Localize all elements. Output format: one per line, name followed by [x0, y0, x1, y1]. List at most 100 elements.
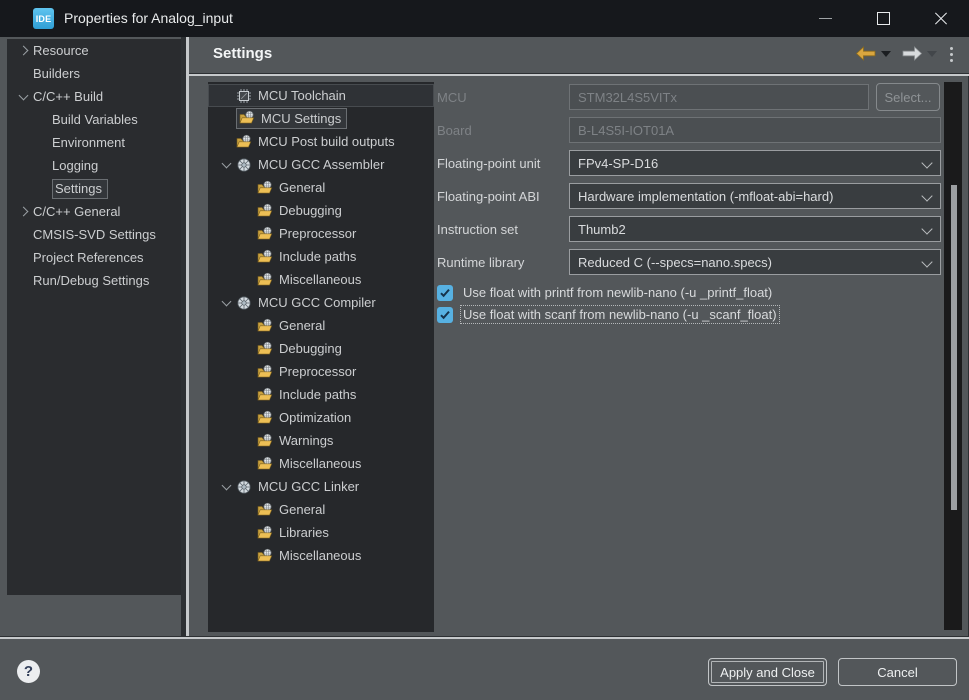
- runtime-library-select[interactable]: Reduced C (--specs=nano.specs): [569, 249, 941, 275]
- settings-tree-item[interactable]: Libraries: [208, 521, 434, 544]
- tree-item-label: Environment: [52, 135, 125, 150]
- maximize-button[interactable]: [860, 0, 906, 37]
- tree-item-label: Logging: [52, 158, 98, 173]
- scrollbar-thumb[interactable]: [951, 185, 957, 510]
- tree-item-label: Project References: [33, 250, 144, 265]
- sidebar-tree-item[interactable]: Builders: [7, 62, 181, 85]
- settings-tree-item[interactable]: Optimization: [208, 406, 434, 429]
- settings-tree-item[interactable]: Warnings: [208, 429, 434, 452]
- sidebar-tree-item[interactable]: Run/Debug Settings: [7, 269, 181, 292]
- folder-gear-icon: [257, 341, 275, 357]
- tree-item-label: Builders: [33, 66, 80, 81]
- cancel-button[interactable]: Cancel: [838, 658, 957, 686]
- settings-tree-item[interactable]: MCU Toolchain: [208, 84, 434, 107]
- iset-value: Thumb2: [578, 222, 626, 237]
- tree-item-label: MCU GCC Linker: [258, 479, 359, 494]
- tree-item-label: General: [279, 318, 325, 333]
- view-menu-button[interactable]: [950, 47, 953, 62]
- floating-point-unit-select[interactable]: FPv4-SP-D16: [569, 150, 941, 176]
- close-button[interactable]: [918, 0, 964, 37]
- vertical-sash[interactable]: [181, 37, 189, 636]
- sidebar-tree-item[interactable]: Project References: [7, 246, 181, 269]
- sidebar-tree-item[interactable]: Environment: [7, 131, 181, 154]
- checkbox-checked-icon[interactable]: [437, 285, 453, 301]
- tree-expand-chevron[interactable]: [216, 301, 236, 305]
- settings-tree-item[interactable]: General: [208, 176, 434, 199]
- settings-tree-item[interactable]: MCU GCC Linker: [208, 475, 434, 498]
- settings-tree-item[interactable]: Include paths: [208, 383, 434, 406]
- footer: ? Apply and Close Cancel: [0, 639, 969, 700]
- tree-item-label: Include paths: [279, 387, 356, 402]
- sidebar-tree-item[interactable]: Resource: [7, 39, 181, 62]
- settings-tree-item[interactable]: MCU GCC Assembler: [208, 153, 434, 176]
- checkbox-checked-icon[interactable]: [437, 307, 453, 323]
- properties-dialog: IDE Properties for Analog_input Resource…: [0, 0, 969, 700]
- folder-gear-icon: [257, 387, 275, 403]
- vertical-scrollbar[interactable]: [944, 82, 962, 630]
- settings-tree-item[interactable]: General: [208, 498, 434, 521]
- back-history-dropdown[interactable]: [881, 51, 891, 57]
- checkbox-row[interactable]: Use float with printf from newlib-nano (…: [437, 284, 774, 301]
- tree-expand-chevron[interactable]: [216, 163, 236, 167]
- floating-point-abi-select[interactable]: Hardware implementation (-mfloat-abi=har…: [569, 183, 941, 209]
- mcu-select-button: Select...: [876, 83, 940, 111]
- chevron-down-icon: [921, 223, 932, 234]
- tree-expand-chevron[interactable]: [13, 208, 33, 215]
- tree-item-label: C/C++ Build: [33, 89, 103, 104]
- sidebar-tree-item[interactable]: Build Variables: [7, 108, 181, 131]
- tree-item-label: Include paths: [279, 249, 356, 264]
- board-field: B-L4S5I-IOT01A: [569, 117, 941, 143]
- sidebar-tree-item[interactable]: Logging: [7, 154, 181, 177]
- tree-item-label: General: [279, 502, 325, 517]
- chevron-expanded-icon: [18, 90, 28, 100]
- tree-item-label: Warnings: [279, 433, 333, 448]
- apply-and-close-button[interactable]: Apply and Close: [708, 658, 827, 686]
- tree-item-label: Miscellaneous: [279, 456, 361, 471]
- settings-tree-item[interactable]: MCU GCC Compiler: [208, 291, 434, 314]
- chevron-collapsed-icon: [18, 207, 28, 217]
- minimize-button[interactable]: [802, 0, 848, 37]
- folder-gear-icon: [257, 410, 275, 426]
- tree-item-label: Miscellaneous: [279, 272, 361, 287]
- help-button[interactable]: ?: [17, 660, 40, 683]
- folder-gear-icon: [239, 110, 257, 126]
- settings-tree-item[interactable]: Include paths: [208, 245, 434, 268]
- tree-item-label: Miscellaneous: [279, 548, 361, 563]
- settings-tree-item[interactable]: General: [208, 314, 434, 337]
- tree-expand-chevron[interactable]: [13, 95, 33, 99]
- tree-item-label: CMSIS-SVD Settings: [33, 227, 156, 242]
- close-icon: [934, 12, 948, 26]
- sidebar-tree-item[interactable]: C/C++ General: [7, 200, 181, 223]
- tree-item-label: Preprocessor: [279, 364, 356, 379]
- forward-history-dropdown[interactable]: [927, 51, 937, 57]
- tree-item-label: Build Variables: [52, 112, 138, 127]
- back-button[interactable]: [855, 46, 876, 61]
- tree-item-label: Resource: [33, 43, 89, 58]
- settings-tree-item[interactable]: Debugging: [208, 199, 434, 222]
- chevron-collapsed-icon: [18, 46, 28, 56]
- settings-tree-item[interactable]: Preprocessor: [208, 360, 434, 383]
- settings-tree-item[interactable]: Preprocessor: [208, 222, 434, 245]
- fpu-value: FPv4-SP-D16: [578, 156, 658, 171]
- chip-icon: [236, 88, 254, 104]
- settings-tree-item[interactable]: Miscellaneous: [208, 452, 434, 475]
- settings-tree-item[interactable]: MCU Settings: [208, 107, 434, 130]
- tree-expand-chevron[interactable]: [13, 47, 33, 54]
- tree-item-label: Libraries: [279, 525, 329, 540]
- folder-gear-icon: [257, 364, 275, 380]
- tree-item-label: General: [279, 180, 325, 195]
- checkbox-row[interactable]: Use float with scanf from newlib-nano (-…: [437, 306, 779, 323]
- settings-tree-item[interactable]: MCU Post build outputs: [208, 130, 434, 153]
- forward-button[interactable]: [902, 46, 923, 61]
- sidebar-tree-item[interactable]: Settings: [7, 177, 181, 200]
- settings-tree-item[interactable]: Debugging: [208, 337, 434, 360]
- folder-gear-icon: [257, 249, 275, 265]
- instruction-set-select[interactable]: Thumb2: [569, 216, 941, 242]
- tree-item-label: MCU Toolchain: [258, 88, 346, 103]
- sidebar-tree: Resource Builders C/C++ Build Build Variabl…: [7, 39, 181, 595]
- sidebar-tree-item[interactable]: C/C++ Build: [7, 85, 181, 108]
- tree-expand-chevron[interactable]: [216, 485, 236, 489]
- sidebar-tree-item[interactable]: CMSIS-SVD Settings: [7, 223, 181, 246]
- settings-tree-item[interactable]: Miscellaneous: [208, 544, 434, 567]
- settings-tree-item[interactable]: Miscellaneous: [208, 268, 434, 291]
